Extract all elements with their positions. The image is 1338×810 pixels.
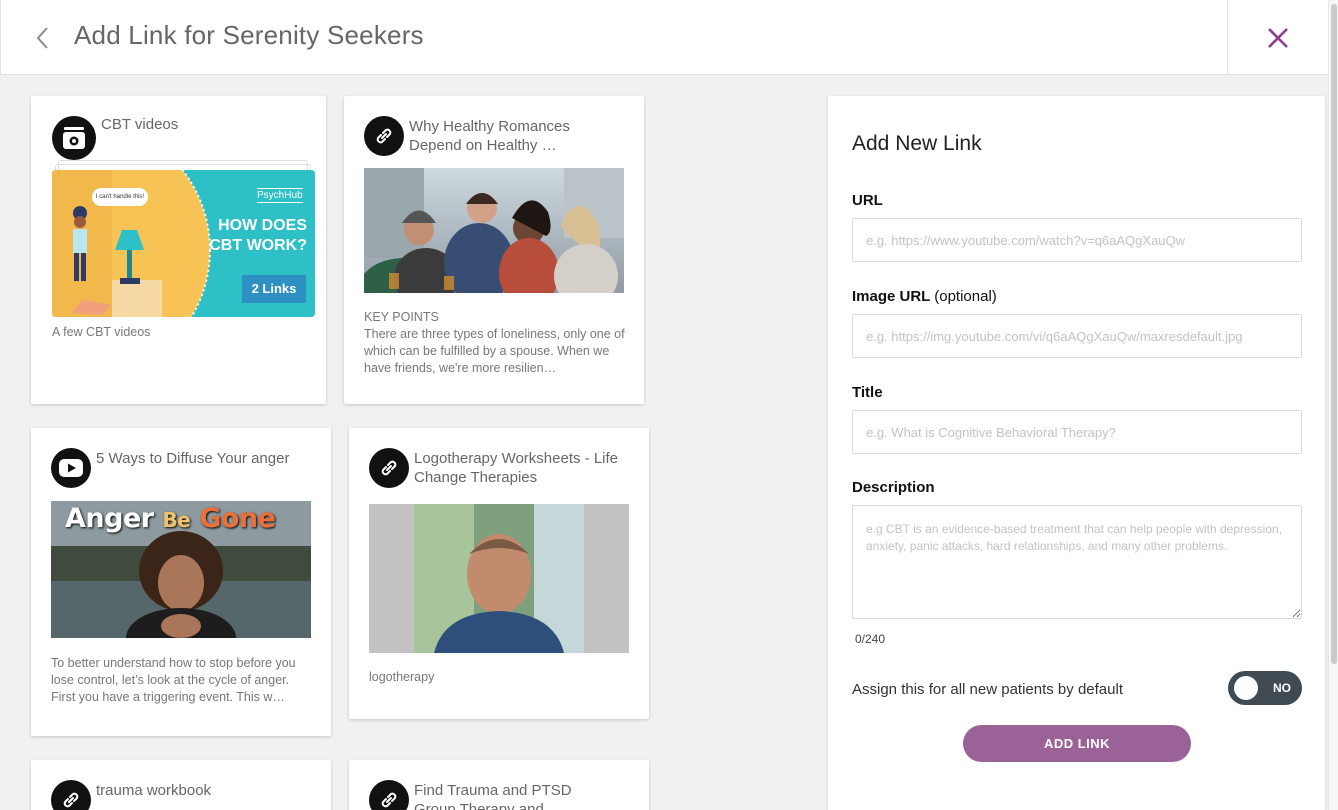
title-label: Title	[852, 384, 883, 401]
card-title: 5 Ways to Diffuse Your anger	[96, 450, 290, 467]
toggle-state-text: NO	[1273, 681, 1291, 695]
link-card-diffuse-anger[interactable]: 5 Ways to Diffuse Your anger Anger Be Go…	[31, 428, 331, 736]
add-link-panel: Add New Link URL Image URL (optional) Ti…	[828, 96, 1325, 810]
character-counter: 0/240	[855, 632, 886, 646]
card-description: To better understand how to stop before …	[51, 656, 296, 704]
link-icon	[369, 780, 409, 810]
caption-word: Be	[162, 508, 191, 532]
group-photo-image	[364, 168, 624, 293]
thumbnail-headline: HOW DOES	[218, 217, 307, 234]
thumbnail-headline: CBT WORK?	[209, 237, 307, 254]
thumbnail-caption: Anger Be Gone	[65, 503, 276, 534]
optional-hint: (optional)	[934, 288, 997, 305]
back-button[interactable]	[31, 24, 55, 52]
man-portrait-image	[414, 504, 584, 653]
folder-collection-icon	[52, 116, 96, 160]
link-card-trauma-workbook[interactable]: trauma workbook	[31, 760, 331, 810]
scrollbar[interactable]	[1328, 0, 1338, 810]
top-bar: Add Link for Serenity Seekers	[0, 0, 1328, 75]
link-card-trauma-ptsd[interactable]: Find Trauma and PTSD Group Therapy and	[349, 760, 649, 810]
title-input[interactable]	[852, 410, 1302, 454]
card-thumbnail: Anger Be Gone	[51, 501, 311, 638]
caption-word: Anger	[65, 503, 154, 534]
divider	[1227, 0, 1228, 74]
card-description: There are three types of loneliness, onl…	[364, 327, 625, 375]
card-title: trauma workbook	[96, 782, 212, 799]
card-description: A few CBT videos	[52, 325, 151, 339]
link-icon	[364, 116, 404, 156]
scrollbar-thumb[interactable]	[1331, 4, 1337, 664]
card-title: Find Trauma and PTSD Group Therapy and	[414, 782, 572, 810]
card-title: Why Healthy Romances Depend on Healthy …	[409, 118, 570, 154]
page-title: Add Link for Serenity Seekers	[74, 20, 424, 50]
close-icon	[1268, 28, 1288, 48]
link-icon	[369, 448, 409, 488]
description-textarea[interactable]	[852, 505, 1302, 619]
toggle-knob	[1234, 676, 1258, 700]
link-card-healthy-romances[interactable]: Why Healthy Romances Depend on Healthy …	[344, 96, 644, 404]
card-thumbnail	[369, 504, 629, 653]
card-title: CBT videos	[101, 116, 179, 133]
card-title: Logotherapy Worksheets - Life Change The…	[414, 450, 619, 486]
image-url-input[interactable]	[852, 314, 1302, 358]
link-card-logotherapy[interactable]: Logotherapy Worksheets - Life Change The…	[349, 428, 649, 719]
link-card-cbt-videos[interactable]: CBT videos I can't handle this! PsychHub…	[31, 96, 326, 404]
url-input[interactable]	[852, 218, 1302, 262]
link-icon	[51, 780, 91, 810]
card-description: logotherapy	[369, 670, 435, 684]
brand-logo: PsychHub	[257, 188, 303, 203]
card-description-heading: KEY POINTS	[364, 310, 439, 324]
caption-word: Gone	[199, 503, 276, 534]
speech-bubble: I can't handle this!	[92, 188, 148, 206]
assign-default-toggle[interactable]: NO	[1228, 671, 1302, 705]
youtube-icon	[51, 448, 91, 488]
add-link-button[interactable]: ADD LINK	[963, 725, 1191, 762]
description-label: Description	[852, 479, 935, 496]
card-thumbnail: I can't handle this! PsychHub HOW DOES C…	[52, 170, 315, 317]
assign-default-label: Assign this for all new patients by defa…	[852, 681, 1123, 698]
card-thumbnail	[364, 168, 624, 293]
close-button[interactable]	[1264, 24, 1292, 52]
chevron-left-icon	[36, 27, 48, 49]
image-url-label: Image URL (optional)	[852, 288, 997, 305]
links-count-badge: 2 Links	[242, 275, 306, 303]
image-url-label-text: Image URL	[852, 288, 931, 305]
url-label: URL	[852, 192, 883, 209]
panel-heading: Add New Link	[852, 132, 982, 155]
